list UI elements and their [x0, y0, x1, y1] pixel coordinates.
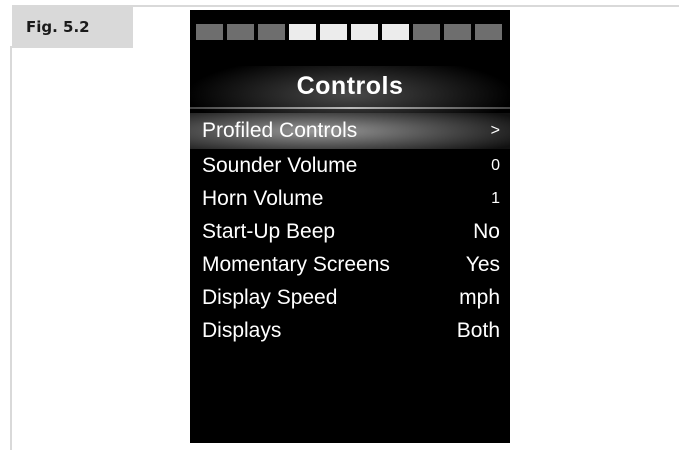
- menu-item-label: Horn Volume: [202, 186, 324, 210]
- level-segment-7: [382, 24, 409, 40]
- level-segment-10: [475, 24, 502, 40]
- menu-item-profiled-controls[interactable]: Profiled Controls >: [190, 113, 510, 149]
- menu-item-start-up-beep[interactable]: Start-Up Beep No: [190, 215, 510, 248]
- menu-item-value: mph: [459, 285, 500, 309]
- figure-page: Fig. 5.2 Controls Profiled Controls > So…: [0, 0, 679, 450]
- level-segment-2: [227, 24, 254, 40]
- menu-item-label: Momentary Screens: [202, 252, 390, 276]
- menu-item-label: Displays: [202, 318, 282, 342]
- menu-item-value: No: [473, 219, 500, 243]
- menu-item-label: Sounder Volume: [202, 153, 358, 177]
- menu-item-displays[interactable]: Displays Both: [190, 314, 510, 347]
- screen-title: Controls: [296, 72, 404, 100]
- level-segment-4: [289, 24, 316, 40]
- level-segment-6: [351, 24, 378, 40]
- level-segment-5: [320, 24, 347, 40]
- menu-item-label: Profiled Controls: [202, 119, 358, 142]
- menu-item-sounder-volume[interactable]: Sounder Volume 0: [190, 149, 510, 182]
- level-segment-1: [196, 24, 223, 40]
- menu-item-value: 0: [491, 156, 500, 174]
- menu-item-label: Start-Up Beep: [202, 219, 336, 243]
- controls-menu: Profiled Controls > Sounder Volume 0 Hor…: [190, 113, 510, 347]
- menu-item-momentary-screens[interactable]: Momentary Screens Yes: [190, 248, 510, 281]
- level-indicator: [196, 24, 502, 40]
- menu-item-label: Display Speed: [202, 285, 338, 309]
- frame-top-rule: [133, 5, 679, 7]
- menu-item-horn-volume[interactable]: Horn Volume 1: [190, 182, 510, 215]
- level-segment-8: [413, 24, 440, 40]
- menu-item-value: Both: [456, 318, 500, 342]
- figure-label: Fig. 5.2: [12, 5, 133, 48]
- device-screen: Controls Profiled Controls > Sounder Vol…: [190, 10, 510, 443]
- level-segment-3: [258, 24, 285, 40]
- chevron-right-icon: >: [490, 122, 500, 139]
- menu-item-value: 1: [491, 189, 500, 207]
- menu-item-value: Yes: [465, 252, 500, 276]
- title-divider: [190, 107, 510, 109]
- level-segment-9: [444, 24, 471, 40]
- frame-left-rule: [10, 46, 12, 450]
- menu-item-display-speed[interactable]: Display Speed mph: [190, 281, 510, 314]
